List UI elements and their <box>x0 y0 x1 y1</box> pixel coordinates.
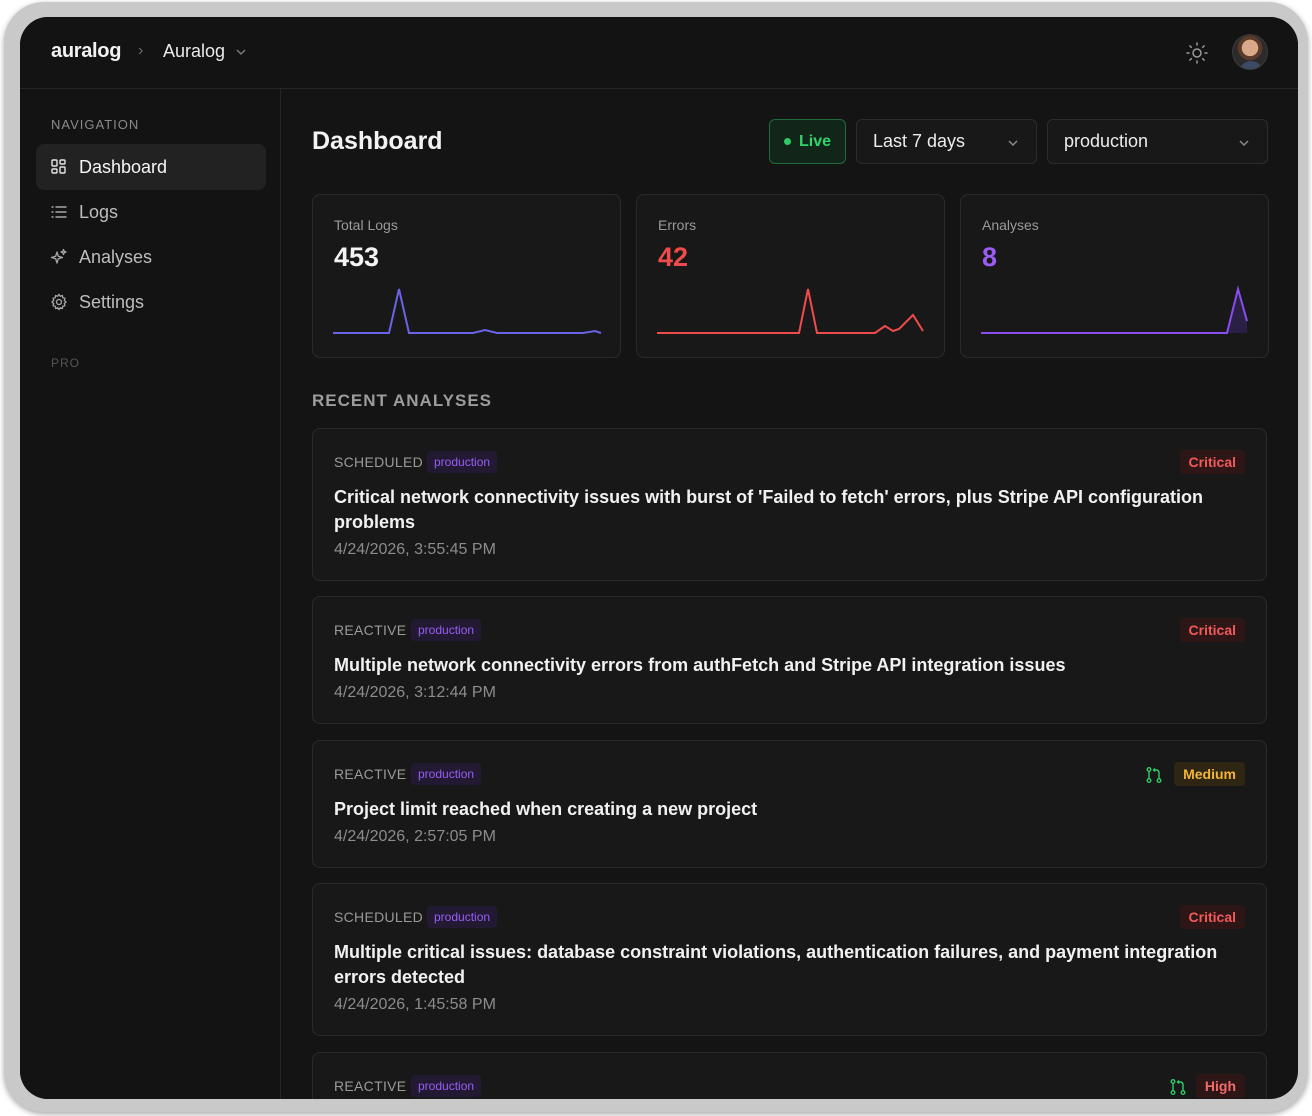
analysis-date: 4/24/2026, 3:12:44 PM <box>334 684 496 701</box>
sidebar-item-logs[interactable]: Logs <box>36 189 266 235</box>
sparkline <box>981 285 1248 334</box>
avatar[interactable] <box>1232 34 1268 70</box>
sidebar-item-label: Settings <box>79 291 145 312</box>
time-range-select[interactable]: Last 7 days <box>856 119 1037 164</box>
env-badge: production <box>411 763 482 785</box>
section-title-recent-analyses: RECENT ANALYSES <box>312 391 492 410</box>
analysis-title: Multiple network connectivity errors fro… <box>334 655 1066 675</box>
analysis-title: Project limit reached when creating a ne… <box>334 799 758 819</box>
stat-card-analyses[interactable]: Analyses 8 <box>960 194 1269 358</box>
chevron-down-icon[interactable] <box>234 45 248 59</box>
analysis-card[interactable]: REACTIVE production Medium Project limit… <box>312 740 1267 868</box>
grid-icon <box>51 159 66 174</box>
list-icon <box>51 206 67 218</box>
stat-label: Total Logs <box>334 217 398 233</box>
logo[interactable]: auralog <box>51 40 121 63</box>
gear-icon <box>51 293 67 311</box>
sparkline <box>333 288 602 334</box>
pull-request-icon[interactable] <box>1145 766 1163 784</box>
chevron-down-icon <box>1239 140 1249 147</box>
sidebar-item-label: Logs <box>79 201 119 222</box>
nav-heading: NAVIGATION <box>51 117 140 132</box>
stat-value: 42 <box>658 242 689 272</box>
env-badge: production <box>427 906 498 928</box>
stat-value: 453 <box>334 242 380 272</box>
analysis-type: SCHEDULED <box>334 454 424 470</box>
stat-value: 8 <box>982 242 998 272</box>
analysis-type: REACTIVE <box>334 766 407 782</box>
sidebar-item-label: Dashboard <box>79 156 168 177</box>
sparkles-icon <box>50 248 67 264</box>
app-window: auralog › Auralog NAVIGATION Dashboard L… <box>20 17 1298 1099</box>
analysis-date: 4/24/2026, 3:55:45 PM <box>334 541 496 558</box>
analysis-card[interactable]: SCHEDULED production Critical Critical n… <box>312 428 1267 581</box>
env-badge: production <box>411 619 482 641</box>
analysis-title: Multiple critical issues: database const… <box>334 942 1218 987</box>
device-frame: auralog › Auralog NAVIGATION Dashboard L… <box>4 2 1308 1112</box>
main-content: Dashboard Live Last 7 days production To… <box>281 89 1298 1099</box>
stat-label: Errors <box>658 217 697 233</box>
analysis-date: 4/24/2026, 2:57:05 PM <box>334 828 496 845</box>
environment-select[interactable]: production <box>1047 119 1268 164</box>
stat-card-total-logs[interactable]: Total Logs 453 <box>312 194 621 358</box>
sidebar: NAVIGATION Dashboard Logs Analyses Setti… <box>20 89 281 1099</box>
analysis-type: SCHEDULED <box>334 909 424 925</box>
pull-request-icon[interactable] <box>1169 1078 1187 1096</box>
env-badge: production <box>427 451 498 473</box>
live-toggle-button[interactable]: Live <box>769 119 846 164</box>
env-badge: production <box>411 1075 482 1097</box>
sparkline <box>657 288 924 334</box>
sidebar-item-analyses[interactable]: Analyses <box>36 234 266 280</box>
chevron-down-icon <box>1008 140 1018 147</box>
project-switcher-label[interactable]: Auralog <box>163 41 225 62</box>
analysis-type: REACTIVE <box>334 1078 407 1094</box>
analysis-type: REACTIVE <box>334 622 407 638</box>
live-dot-icon <box>783 138 791 145</box>
severity-badge: Critical <box>1179 450 1245 474</box>
analysis-title: Critical network connectivity issues wit… <box>334 487 1204 532</box>
live-label: Live <box>798 132 831 150</box>
sidebar-item-dashboard[interactable]: Dashboard <box>36 144 266 190</box>
severity-badge: High <box>1195 1074 1245 1098</box>
pro-heading: PRO <box>51 356 81 370</box>
stat-label: Analyses <box>982 217 1039 233</box>
sidebar-item-label: Analyses <box>79 246 153 267</box>
analysis-card[interactable]: REACTIVE production High <box>312 1052 1267 1099</box>
time-range-value: Last 7 days <box>873 131 966 151</box>
severity-badge: Critical <box>1179 905 1245 929</box>
sidebar-item-settings[interactable]: Settings <box>36 279 266 325</box>
analysis-card[interactable]: SCHEDULED production Critical Multiple c… <box>312 883 1267 1036</box>
page-title: Dashboard <box>312 127 443 155</box>
severity-badge: Medium <box>1174 762 1245 786</box>
breadcrumb-separator: › <box>138 42 144 59</box>
top-bar: auralog › Auralog <box>20 17 1298 89</box>
environment-value: production <box>1064 131 1149 151</box>
severity-badge: Critical <box>1179 618 1245 642</box>
analysis-date: 4/24/2026, 1:45:58 PM <box>334 996 496 1013</box>
sun-icon[interactable] <box>1185 41 1209 65</box>
stat-card-errors[interactable]: Errors 42 <box>636 194 945 358</box>
analysis-card[interactable]: REACTIVE production Critical Multiple ne… <box>312 596 1267 724</box>
